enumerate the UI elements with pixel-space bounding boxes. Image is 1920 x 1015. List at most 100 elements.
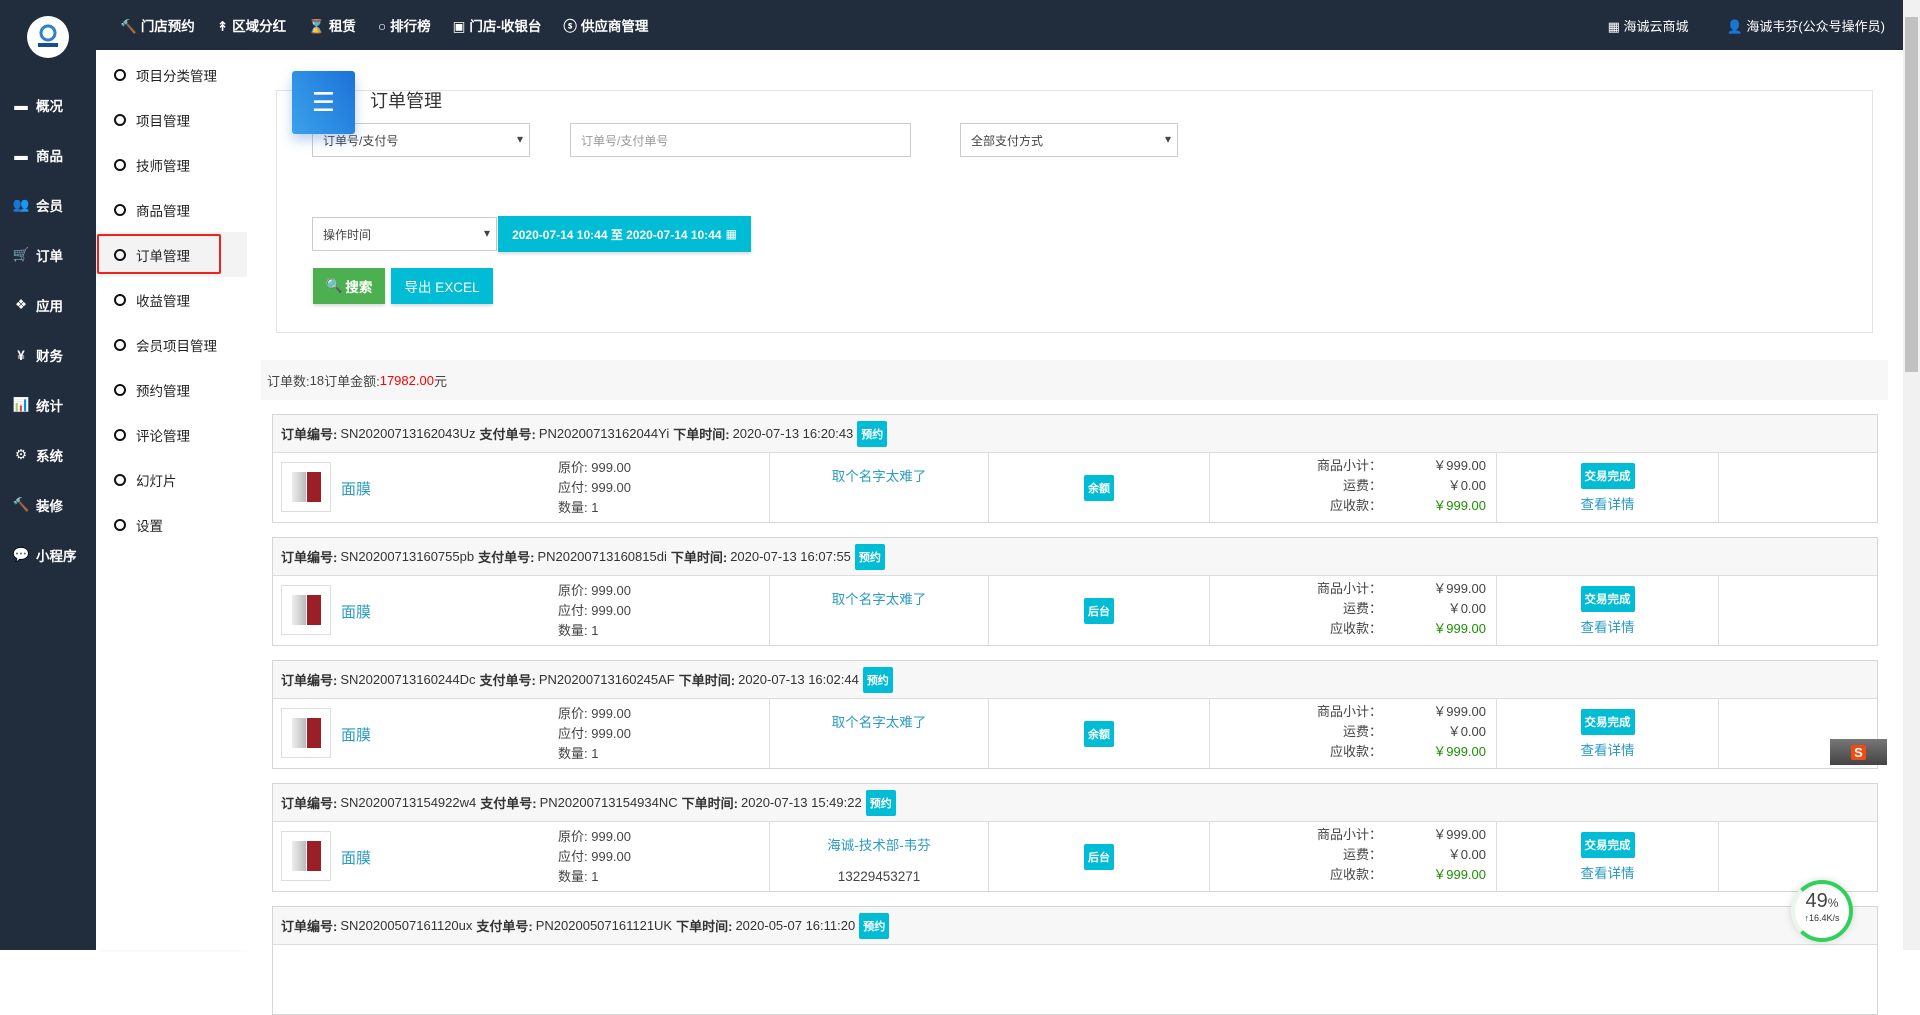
view-detail-link[interactable]: 查看详情: [1581, 862, 1635, 882]
topnav-item[interactable]: ↟ 区域分红: [217, 15, 286, 35]
sidebar-item[interactable]: ▬ 概况: [0, 80, 96, 130]
product-thumbnail[interactable]: [281, 462, 331, 512]
staff-link[interactable]: 取个名字太难了: [832, 469, 927, 484]
staff-link[interactable]: 海诚-技术部-韦芬: [827, 838, 931, 853]
user-icon: 👤: [1726, 18, 1747, 34]
phone: 13229453271: [837, 869, 921, 884]
sidebar-item[interactable]: 📊 统计: [0, 380, 96, 430]
order-row: 面膜 原价: 999.00 应付: 999.00 数量: 1 取个名字太难了 后台 …: [273, 576, 1877, 645]
order-row: 面膜 原价: 999.00 应付: 999.00 数量: 1 海诚-技术部-韦芬 13…: [273, 822, 1877, 891]
submenu-item[interactable]: 技师管理: [96, 142, 247, 187]
search-input[interactable]: 订单号/支付单号: [570, 123, 911, 157]
sogou-icon: S: [1851, 744, 1866, 760]
submenu-item[interactable]: 订单管理: [96, 232, 247, 277]
topnav-item[interactable]: ⌛ 租赁: [308, 15, 356, 35]
product-name-link[interactable]: 面膜: [341, 478, 371, 499]
circle-icon: [114, 203, 126, 216]
order-card: 订单编号: SN20200713160755pb 支付单号: PN2020071316…: [272, 537, 1878, 646]
sidebar-item[interactable]: ❖ 应用: [0, 280, 96, 330]
page-title: 订单管理: [370, 91, 442, 111]
order-type-badge: 预约: [859, 912, 890, 939]
pay-method-badge: 后台: [1084, 597, 1114, 624]
topnav-item[interactable]: 🔨 门店预约: [120, 15, 195, 35]
order-type-badge: 预约: [865, 789, 896, 816]
top-right: ▦ 海诚云商城 👤 海诚韦芬(公众号操作员): [1608, 0, 1885, 50]
view-detail-link[interactable]: 查看详情: [1581, 616, 1635, 636]
status-badge: 交易完成: [1580, 709, 1635, 735]
ime-toolbar[interactable]: S: [1830, 739, 1887, 765]
order-card: 订单编号: SN20200713154922w4 支付单号: PN2020071315…: [272, 783, 1878, 892]
cubes-icon: ❖: [14, 297, 28, 312]
circle-icon: [114, 518, 126, 531]
submenu-item[interactable]: 商品管理: [96, 187, 247, 232]
sidebar-item[interactable]: ¥ 财务: [0, 330, 96, 380]
user-menu[interactable]: 👤 海诚韦芬(公众号操作员): [1727, 16, 1885, 35]
gears-icon: ⚙: [14, 447, 28, 462]
sidebar-item[interactable]: ▬ 商品: [0, 130, 96, 180]
menu-icon: ☰: [292, 71, 355, 134]
product-name-link[interactable]: 面膜: [341, 847, 371, 868]
product-thumbnail[interactable]: [281, 831, 331, 881]
hammer-icon: 🔨: [12, 497, 30, 512]
order-header: 订单编号: SN20200713154922w4 支付单号: PN2020071315…: [273, 784, 1877, 822]
hammer-icon: 🔨: [120, 19, 137, 34]
scrollbar[interactable]: [1903, 0, 1920, 950]
circle-icon: [114, 293, 126, 306]
circle-icon: [114, 113, 126, 126]
left-sidebar: ▬ 概况 ▬ 商品 👥 会员 🛒 订单 ❖ 应用 ¥ 财务 📊 统计 ⚙ 系统 🔨 装修 💬 小程序: [0, 50, 96, 950]
order-header: 订单编号: SN20200507161120ux 支付单号: PN2020050716…: [273, 907, 1877, 945]
product-thumbnail[interactable]: [281, 585, 331, 635]
grid-icon: ▦: [1607, 18, 1624, 34]
submenu-item[interactable]: 幻灯片: [96, 457, 247, 502]
order-summary: 订单数: 18 订单金额: 17982.00 元: [261, 360, 1888, 400]
topnav-item[interactable]: ○ 排行榜: [378, 15, 431, 35]
circle-icon: ○: [377, 19, 387, 34]
circle-icon: [114, 473, 126, 486]
order-row: [273, 945, 1877, 1014]
order-row: 面膜 原价: 999.00 应付: 999.00 数量: 1 取个名字太难了 余额 …: [273, 699, 1877, 768]
time-type-select[interactable]: 操作时间: [312, 217, 497, 251]
top-nav: 🔨 门店预约 ↟ 区域分红 ⌛ 租赁 ○ 排行榜 ▣ 门店-收银台 ⓢ 供应商管理: [120, 0, 648, 50]
topnav-item[interactable]: ▣ 门店-收银台: [453, 15, 542, 35]
sidebar-item[interactable]: 🔨 装修: [0, 480, 96, 530]
export-excel-button[interactable]: 导出 EXCEL: [391, 268, 493, 304]
search-button[interactable]: 🔍 搜索: [313, 268, 385, 304]
pin-icon: ↟: [216, 19, 229, 34]
submenu-item[interactable]: 项目分类管理: [96, 52, 247, 97]
sub-menu: 项目分类管理 项目管理 技师管理 商品管理 订单管理 收益管理 会员项目管理 预约管理 评论管理…: [96, 50, 247, 950]
shop-link[interactable]: ▦ 海诚云商城: [1608, 16, 1689, 35]
circle-icon: [114, 158, 126, 171]
staff-link[interactable]: 取个名字太难了: [832, 592, 927, 607]
product-thumbnail[interactable]: [281, 708, 331, 758]
staff-link[interactable]: 取个名字太难了: [832, 715, 927, 730]
submenu-item[interactable]: 项目管理: [96, 97, 247, 142]
pay-method-select[interactable]: 全部支付方式: [960, 123, 1178, 157]
submenu-item[interactable]: 预约管理: [96, 367, 247, 412]
order-type-badge: 预约: [857, 420, 888, 447]
circle-icon: [114, 383, 126, 396]
logo[interactable]: [27, 16, 69, 58]
sidebar-item[interactable]: 💬 小程序: [0, 530, 96, 580]
topnav-item[interactable]: ⓢ 供应商管理: [563, 15, 648, 35]
status-badge: 交易完成: [1580, 586, 1635, 612]
sidebar-item[interactable]: ⚙ 系统: [0, 430, 96, 480]
sidebar-item[interactable]: 🛒 订单: [0, 230, 96, 280]
pay-method-badge: 余额: [1084, 474, 1114, 501]
status-badge: 交易完成: [1580, 832, 1635, 858]
submenu-item[interactable]: 会员项目管理: [96, 322, 247, 367]
order-type-badge: 预约: [854, 543, 885, 570]
status-badge: 交易完成: [1580, 463, 1635, 489]
product-name-link[interactable]: 面膜: [341, 601, 371, 622]
users-icon: 👥: [12, 197, 30, 212]
view-detail-link[interactable]: 查看详情: [1581, 739, 1635, 759]
date-range-picker[interactable]: 2020-07-14 10:44 至 2020-07-14 10:44 ▦: [498, 216, 751, 252]
view-detail-link[interactable]: 查看详情: [1581, 493, 1635, 513]
main-content: 订单管理 订单号/支付号 订单号/支付单号 全部支付方式 操作时间 2020-0…: [247, 50, 1903, 1015]
network-speed-widget[interactable]: 49% ↑16.4K/s: [1791, 880, 1853, 942]
submenu-item[interactable]: 收益管理: [96, 277, 247, 322]
submenu-item[interactable]: 评论管理: [96, 412, 247, 457]
product-name-link[interactable]: 面膜: [341, 724, 371, 745]
sidebar-item[interactable]: 👥 会员: [0, 180, 96, 230]
scrollbar-thumb[interactable]: [1905, 17, 1918, 372]
submenu-item[interactable]: 设置: [96, 502, 247, 547]
